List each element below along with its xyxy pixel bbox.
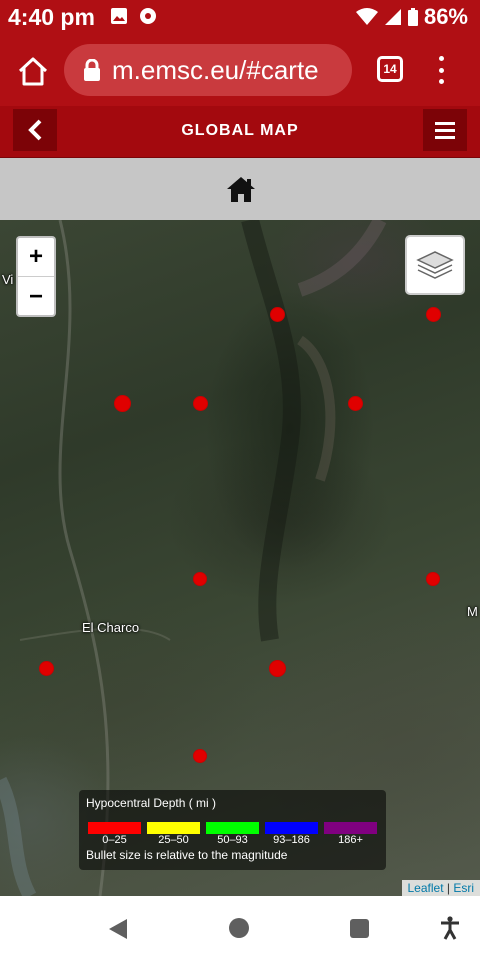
map-view[interactable]: + − El Charco Vi M Hypocentral Depth ( m… bbox=[0, 220, 480, 896]
wifi-icon bbox=[355, 8, 378, 25]
browser-home-icon[interactable] bbox=[16, 54, 50, 88]
place-label-m: M bbox=[467, 604, 478, 619]
esri-link[interactable]: Esri bbox=[453, 881, 474, 895]
map-attribution: Leaflet | Esri bbox=[401, 880, 480, 896]
home-bar bbox=[0, 158, 480, 220]
browser-menu-icon[interactable] bbox=[436, 56, 446, 84]
status-right: 86% bbox=[355, 4, 468, 30]
legend-swatch-25-50 bbox=[147, 822, 200, 834]
legend-swatch-186-plus bbox=[324, 822, 377, 834]
battery-percent: 86% bbox=[423, 4, 468, 29]
depth-legend: Hypocentral Depth ( mi ) 0–25 25–50 50–9… bbox=[79, 790, 386, 870]
nav-recents-icon[interactable] bbox=[350, 919, 369, 938]
legend-note: Bullet size is relative to the magnitude bbox=[86, 848, 288, 862]
legend-label: 50–93 bbox=[217, 834, 248, 846]
url-bar[interactable]: m.emsc.eu/#carte bbox=[64, 44, 352, 96]
zoom-control: + − bbox=[16, 236, 56, 317]
page-title: GLOBAL MAP bbox=[181, 122, 299, 139]
earthquake-marker[interactable] bbox=[193, 749, 207, 763]
legend-label: 93–186 bbox=[273, 834, 310, 846]
legend-label: 25–50 bbox=[158, 834, 189, 846]
accessibility-icon[interactable] bbox=[440, 916, 460, 940]
place-label-vi: Vi bbox=[2, 272, 14, 287]
earthquake-marker[interactable] bbox=[348, 396, 363, 411]
status-bar: 4:40 pm 86% bbox=[0, 0, 480, 36]
earthquake-marker[interactable] bbox=[426, 307, 441, 322]
battery-icon bbox=[407, 8, 418, 26]
status-time: 4:40 pm bbox=[8, 4, 95, 30]
earthquake-marker[interactable] bbox=[39, 661, 54, 676]
browser-toolbar: m.emsc.eu/#carte 14 bbox=[0, 36, 480, 106]
leaflet-link[interactable]: Leaflet bbox=[408, 881, 444, 895]
legend-swatches bbox=[88, 822, 377, 834]
layers-icon bbox=[416, 251, 454, 279]
notification-icons bbox=[110, 7, 158, 25]
earthquake-marker[interactable] bbox=[426, 572, 440, 586]
legend-title: Hypocentral Depth ( mi ) bbox=[86, 796, 217, 810]
app-notification-icon bbox=[140, 8, 156, 24]
earthquake-marker[interactable] bbox=[193, 572, 207, 586]
signal-icon bbox=[384, 9, 401, 25]
system-nav-bar bbox=[0, 896, 480, 960]
attribution-separator: | bbox=[443, 881, 454, 895]
legend-swatch-93-186 bbox=[265, 822, 318, 834]
earthquake-marker[interactable] bbox=[114, 395, 131, 412]
tab-switcher-button[interactable]: 14 bbox=[377, 56, 403, 82]
url-text: m.emsc.eu/#carte bbox=[112, 54, 319, 85]
legend-label: 186+ bbox=[338, 834, 363, 846]
nav-back-icon[interactable] bbox=[108, 918, 128, 940]
legend-swatch-50-93 bbox=[206, 822, 259, 834]
place-label-el-charco: El Charco bbox=[82, 620, 140, 635]
image-notification-icon bbox=[111, 8, 127, 24]
app-header: GLOBAL MAP bbox=[0, 106, 480, 158]
legend-swatch-0-25 bbox=[88, 822, 141, 834]
earthquake-marker[interactable] bbox=[193, 396, 208, 411]
zoom-in-button[interactable]: + bbox=[18, 238, 54, 277]
home-icon[interactable] bbox=[226, 175, 256, 203]
zoom-out-button[interactable]: − bbox=[18, 277, 54, 316]
nav-home-icon[interactable] bbox=[229, 918, 249, 938]
earthquake-marker[interactable] bbox=[270, 307, 285, 322]
earthquake-marker[interactable] bbox=[269, 660, 286, 677]
lock-icon bbox=[84, 59, 100, 81]
hamburger-menu-button[interactable] bbox=[423, 109, 467, 151]
layers-button[interactable] bbox=[405, 235, 465, 295]
legend-labels: 0–25 25–50 50–93 93–186 186+ bbox=[88, 834, 377, 846]
legend-label: 0–25 bbox=[102, 834, 127, 846]
